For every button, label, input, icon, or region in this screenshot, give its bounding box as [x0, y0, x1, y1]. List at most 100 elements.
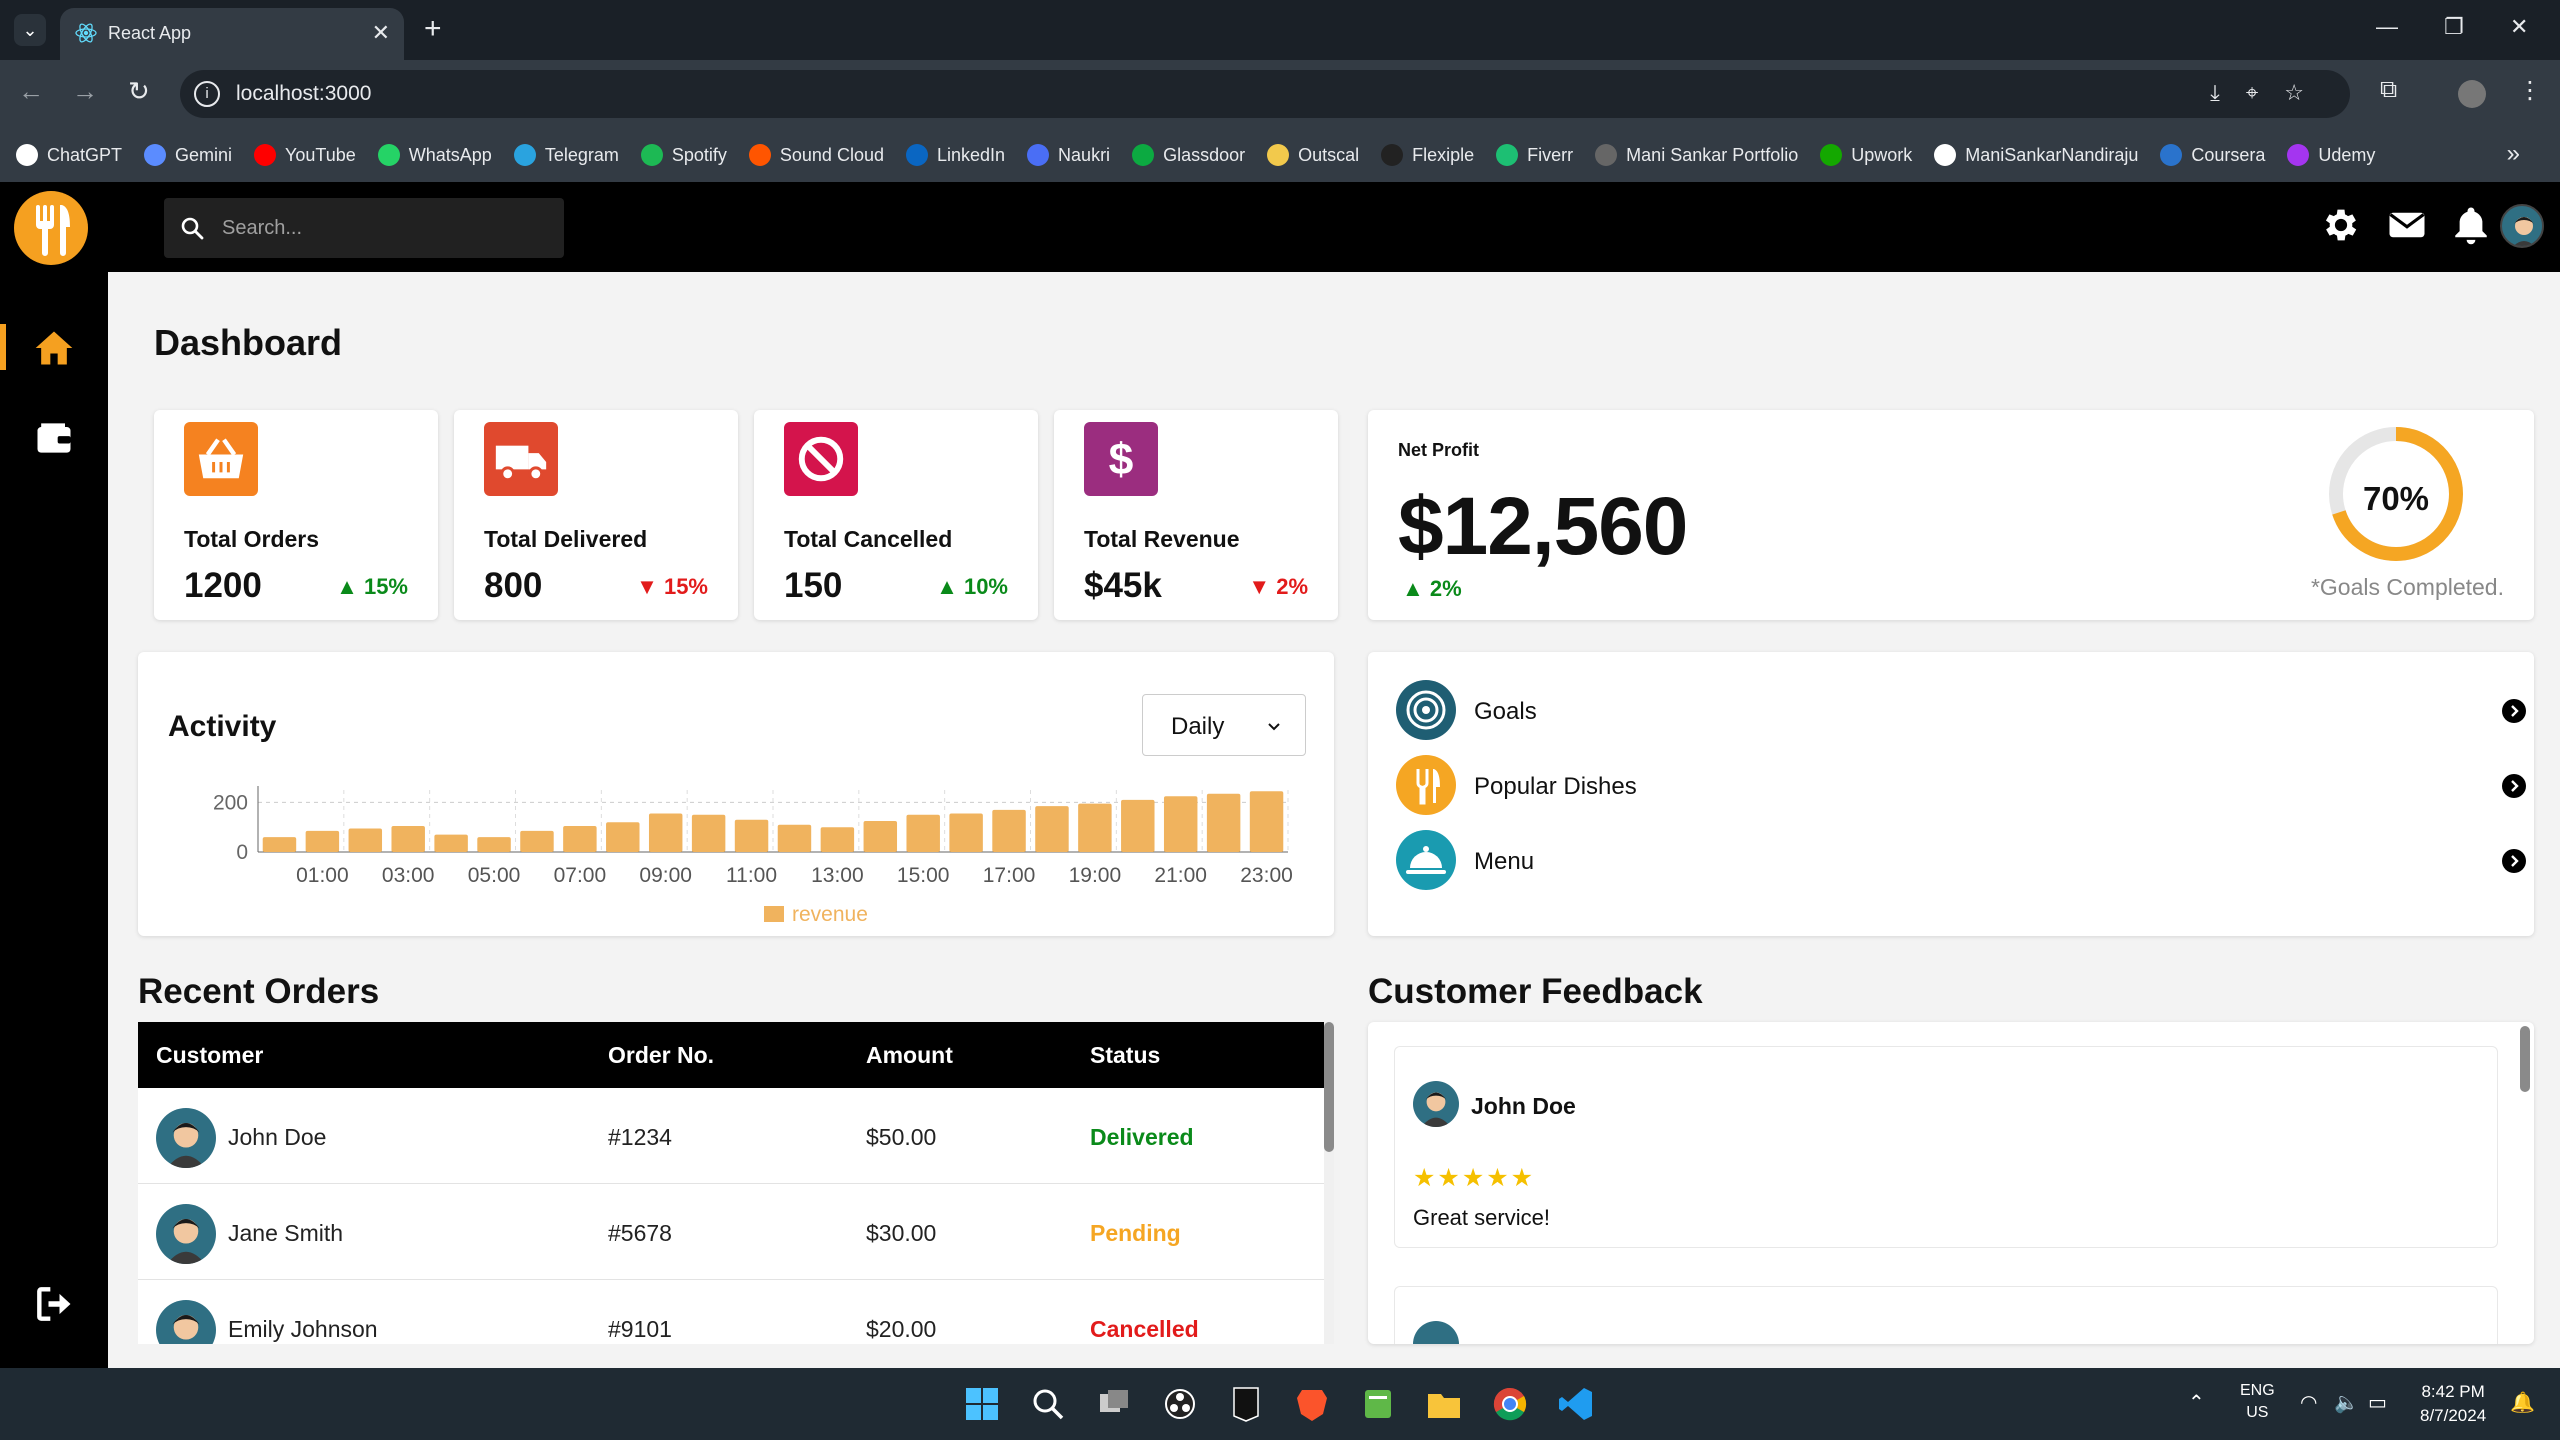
net-profit-change: ▲ 2%	[1402, 576, 1462, 601]
orders-scrollbar-thumb[interactable]	[1324, 1022, 1334, 1152]
close-window-icon[interactable]: ✕	[2510, 14, 2528, 40]
task-view-icon[interactable]	[1092, 1382, 1136, 1426]
orders-scrollbar[interactable]	[1324, 1022, 1334, 1344]
svg-text:$: $	[1109, 435, 1134, 484]
bookmark-favicon-icon	[254, 144, 277, 166]
search-input[interactable]	[222, 212, 542, 244]
profile-icon[interactable]	[2458, 80, 2486, 108]
browser-toolbar: ← → ↻ i localhost:3000 ⤓⌖☆ ⧉ ⋮	[0, 60, 2560, 128]
feedback-scrollbar-thumb[interactable]	[2520, 1026, 2530, 1092]
bookmark-item[interactable]: LinkedIn	[905, 144, 1005, 166]
address-bar[interactable]: i localhost:3000 ⤓⌖☆	[180, 70, 2350, 118]
bookmark-item[interactable]: YouTube	[254, 144, 356, 166]
obs-icon[interactable]	[1158, 1382, 1202, 1426]
bookmark-favicon-icon	[1820, 144, 1843, 166]
new-tab-button[interactable]: +	[424, 12, 442, 46]
restore-icon[interactable]: ❐	[2444, 14, 2464, 40]
bookmark-item[interactable]: Spotify	[640, 144, 727, 166]
file-explorer-icon[interactable]	[1422, 1382, 1466, 1426]
order-amount: $20.00	[866, 1316, 937, 1342]
quick-link-popular-dishes[interactable]: Popular Dishes	[1396, 755, 2526, 817]
quick-link-goals[interactable]: Goals	[1396, 680, 2526, 742]
browser-tab[interactable]: React App ✕	[60, 8, 404, 60]
menu-icon[interactable]: ⋮	[2518, 76, 2542, 105]
quick-link-label: Popular Dishes	[1474, 773, 1637, 800]
bookmark-item[interactable]: Mani Sankar Portfolio	[1595, 144, 1798, 166]
volume-icon[interactable]: 🔈	[2334, 1390, 2359, 1415]
bookmark-item[interactable]: Fiverr	[1496, 144, 1573, 166]
omnibox-actions[interactable]: ⤓⌖☆	[2210, 80, 2330, 106]
customer-name: Emily Johnson	[228, 1316, 378, 1342]
clock-time: 8:42 PM	[2421, 1382, 2485, 1401]
chevron-up-icon[interactable]: ⌃	[2188, 1390, 2205, 1415]
gear-icon[interactable]	[2320, 204, 2362, 246]
wallet-icon[interactable]	[32, 416, 76, 460]
quick-link-menu[interactable]: Menu	[1396, 830, 2526, 892]
bookmark-label: ChatGPT	[47, 144, 123, 165]
notification-bell-icon[interactable]: 🔔	[2510, 1390, 2535, 1415]
site-info-icon[interactable]: i	[194, 81, 220, 107]
system-clock[interactable]: 8:42 PM 8/7/2024	[2420, 1380, 2486, 1428]
bookmark-item[interactable]: Outscal	[1267, 144, 1359, 166]
tab-search-button[interactable]: ⌄	[14, 14, 46, 46]
user-avatar[interactable]	[2500, 204, 2544, 248]
language-indicator[interactable]: ENG US	[2240, 1380, 2275, 1424]
bookmark-item[interactable]: Glassdoor	[1132, 144, 1245, 166]
bookmark-item[interactable]: Telegram	[513, 144, 619, 166]
star-rating: ★★★★★	[1413, 1164, 1536, 1192]
restaurant-logo[interactable]	[14, 191, 88, 265]
back-icon[interactable]: ←	[18, 76, 44, 107]
arrow-right-circle-icon[interactable]	[2502, 849, 2526, 873]
revenue-bar	[1249, 791, 1284, 852]
battery-icon[interactable]: ▭	[2368, 1390, 2387, 1415]
browser-tabbar: ⌄ React App ✕ + — ❐ ✕	[0, 0, 2560, 60]
bookmark-item[interactable]: WhatsApp	[377, 144, 492, 166]
table-row[interactable]: John Doe #1234 $50.00 Delivered	[138, 1088, 1324, 1184]
reload-icon[interactable]: ↻	[128, 76, 150, 107]
bookmark-item[interactable]: Sound Cloud	[748, 144, 884, 166]
table-row[interactable]: Emily Johnson #9101 $20.00 Cancelled	[138, 1280, 1324, 1344]
bookmark-item[interactable]: Flexiple	[1381, 144, 1474, 166]
home-icon[interactable]	[32, 326, 76, 370]
period-select[interactable]: Daily	[1142, 694, 1306, 756]
mail-icon[interactable]	[2386, 204, 2428, 246]
sidebar	[0, 272, 108, 1368]
notepad-icon[interactable]	[1356, 1382, 1400, 1426]
search-taskbar-icon[interactable]	[1026, 1382, 1070, 1426]
logout-icon[interactable]	[32, 1282, 76, 1326]
more-bookmarks-icon[interactable]: »	[2507, 140, 2520, 168]
extensions-icon[interactable]: ⧉	[2380, 76, 2397, 104]
bookmark-favicon-icon	[1381, 144, 1404, 166]
bookmark-item[interactable]: Coursera	[2160, 144, 2265, 166]
bell-icon[interactable]	[2450, 204, 2492, 246]
brave-icon[interactable]	[1290, 1382, 1334, 1426]
table-row[interactable]: Jane Smith #5678 $30.00 Pending	[138, 1184, 1324, 1280]
wifi-icon[interactable]: ◠	[2300, 1390, 2317, 1415]
close-tab-icon[interactable]: ✕	[372, 20, 390, 46]
revenue-bar	[348, 828, 383, 852]
revenue-bar	[648, 813, 683, 852]
bookmark-item[interactable]: Upwork	[1820, 144, 1912, 166]
vscode-icon[interactable]	[1554, 1382, 1598, 1426]
bookmark-item[interactable]: ChatGPT	[16, 144, 122, 166]
bookmark-label: Spotify	[671, 144, 727, 165]
bookmark-item[interactable]: Gemini	[144, 144, 232, 166]
epic-games-icon[interactable]	[1224, 1382, 1268, 1426]
arrow-right-circle-icon[interactable]	[2502, 699, 2526, 723]
bookmark-item[interactable]: ManiSankarNandiraju	[1934, 144, 2138, 166]
bookmark-item[interactable]: Naukri	[1027, 144, 1110, 166]
forward-icon[interactable]: →	[72, 76, 98, 107]
y-tick-label: 0	[236, 841, 248, 864]
chrome-icon[interactable]	[1488, 1382, 1532, 1426]
x-tick-label: 05:00	[468, 864, 521, 887]
revenue-bar	[262, 837, 297, 852]
stat-change-value: 10%	[963, 574, 1008, 599]
minimize-icon[interactable]: —	[2376, 14, 2398, 40]
stat-label: Total Delivered	[484, 526, 648, 552]
bookmark-item[interactable]: Udemy	[2287, 144, 2375, 166]
stat-change: ▼ 15%	[636, 574, 708, 599]
region-code: US	[2246, 1404, 2269, 1421]
column-customer: Customer	[156, 1042, 264, 1068]
windows-start-icon[interactable]	[960, 1382, 1004, 1426]
arrow-right-circle-icon[interactable]	[2502, 774, 2526, 798]
